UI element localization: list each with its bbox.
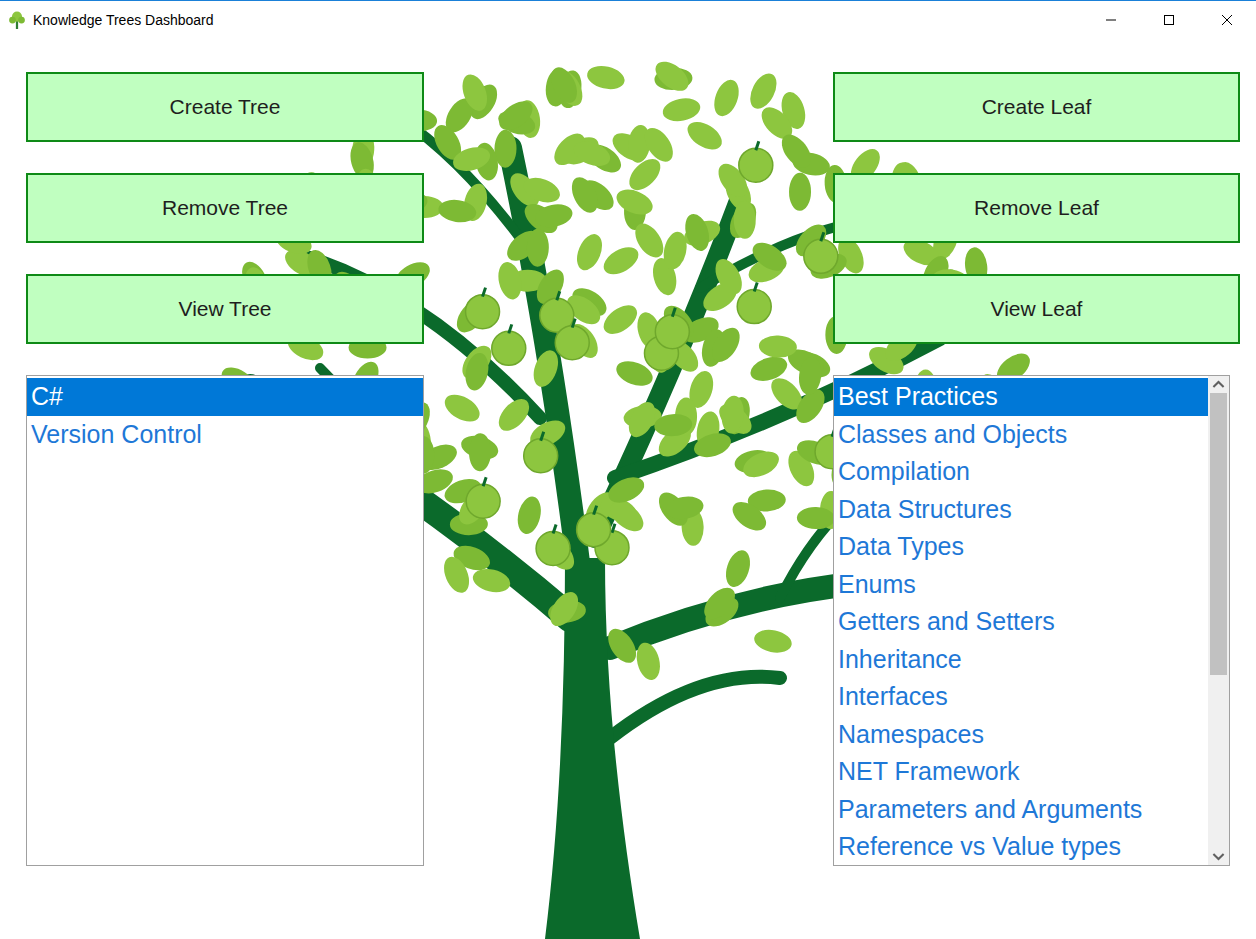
leaf-list-item[interactable]: Data Types	[834, 528, 1208, 566]
tree-list: C#Version Control	[26, 375, 424, 866]
app-window: Knowledge Trees Dashboard Create Tree Remo…	[0, 0, 1256, 939]
tree-trunk	[545, 558, 640, 939]
tree-list-items: C#Version Control	[27, 376, 423, 865]
leaf-list-scrollbar[interactable]	[1208, 376, 1229, 865]
leaf-list-item[interactable]: Namespaces	[834, 716, 1208, 754]
leaf-list-item[interactable]: Getters and Setters	[834, 603, 1208, 641]
scrollbar-thumb[interactable]	[1210, 393, 1227, 675]
scroll-up-icon[interactable]	[1210, 376, 1227, 393]
tree-button[interactable]: Create Tree	[26, 72, 424, 142]
leaf-list: Best PracticesClasses and ObjectsCompila…	[833, 375, 1230, 866]
leaf-list-item[interactable]: Data Structures	[834, 491, 1208, 529]
leaf-list-item[interactable]: NET Framework	[834, 753, 1208, 791]
leaf-list-item[interactable]: Compilation	[834, 453, 1208, 491]
close-icon	[1221, 14, 1233, 26]
window-title: Knowledge Trees Dashboard	[33, 12, 214, 28]
leaf-list-item[interactable]: Classes and Objects	[834, 416, 1208, 454]
maximize-icon	[1163, 14, 1175, 26]
leaf-button[interactable]: View Leaf	[833, 274, 1240, 344]
minimize-button[interactable]	[1082, 1, 1140, 38]
leaf-list-item[interactable]: Enums	[834, 566, 1208, 604]
leaf-button[interactable]: Remove Leaf	[833, 173, 1240, 243]
tree-column: Create Tree Remove Tree View Tree C#Version…	[26, 72, 424, 939]
leaf-list-items: Best PracticesClasses and ObjectsCompila…	[834, 376, 1208, 865]
leaf-button[interactable]: Create Leaf	[833, 72, 1240, 142]
leaf-list-item[interactable]: Parameters and Arguments	[834, 791, 1208, 829]
tree-button[interactable]: Remove Tree	[26, 173, 424, 243]
close-button[interactable]	[1198, 1, 1256, 38]
title-bar: Knowledge Trees Dashboard	[0, 0, 1256, 38]
scrollbar-track[interactable]	[1208, 393, 1229, 848]
tree-icon	[8, 11, 26, 29]
minimize-icon	[1105, 14, 1117, 26]
tree-list-item[interactable]: Version Control	[27, 416, 423, 454]
leaf-list-item[interactable]: Best Practices	[834, 378, 1208, 416]
window-controls	[1082, 1, 1256, 38]
leaf-column: Create Leaf Remove Leaf View Leaf Best Prac…	[833, 72, 1240, 939]
tree-list-item[interactable]: C#	[27, 378, 423, 416]
leaf-list-item[interactable]: Reference vs Value types	[834, 828, 1208, 865]
scroll-down-icon[interactable]	[1210, 848, 1227, 865]
leaf-list-item[interactable]: Interfaces	[834, 678, 1208, 716]
dashboard: Create Tree Remove Tree View Tree C#Version…	[0, 38, 1256, 939]
leaf-list-item[interactable]: Inheritance	[834, 641, 1208, 679]
tree-button[interactable]: View Tree	[26, 274, 424, 344]
maximize-button[interactable]	[1140, 1, 1198, 38]
